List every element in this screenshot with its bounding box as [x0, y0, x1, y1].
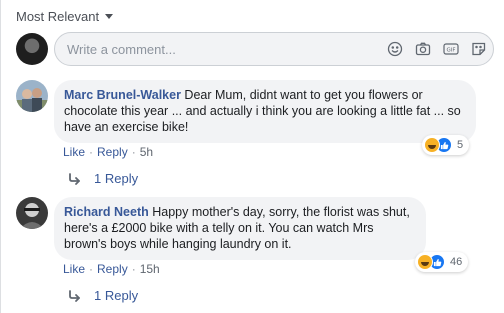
view-replies-link[interactable]: 1 Reply — [68, 171, 138, 186]
camera-icon[interactable] — [415, 41, 431, 57]
reaction-summary[interactable]: 46 — [415, 252, 469, 272]
left-divider — [0, 0, 1, 313]
sort-dropdown[interactable]: Most Relevant — [16, 7, 114, 25]
comment-author[interactable]: Marc Brunel-Walker — [64, 88, 181, 102]
current-user-avatar[interactable] — [16, 33, 48, 65]
reaction-count: 5 — [457, 139, 464, 151]
comment-bubble: Richard Neeth Happy mother's day, sorry,… — [54, 197, 426, 260]
haha-reaction-icon — [424, 137, 440, 153]
reply-link[interactable]: Reply — [97, 145, 128, 159]
reaction-summary[interactable]: 5 — [422, 135, 470, 155]
sort-label: Most Relevant — [16, 8, 100, 24]
commenter-avatar[interactable] — [16, 80, 48, 112]
replies-count-label: 1 Reply — [94, 288, 139, 303]
separator-dot: · — [131, 262, 136, 276]
comment-actions: Like · Reply · 5h — [63, 145, 153, 159]
haha-reaction-icon — [417, 254, 433, 270]
svg-text:GIF: GIF — [446, 47, 455, 53]
comment-timestamp[interactable]: 5h — [140, 145, 153, 159]
caret-down-icon — [105, 13, 114, 19]
view-replies-link[interactable]: 1 Reply — [68, 288, 138, 303]
comment-timestamp[interactable]: 15h — [140, 262, 160, 276]
reply-link[interactable]: Reply — [97, 262, 128, 276]
separator-dot: · — [89, 262, 94, 276]
like-link[interactable]: Like — [63, 145, 85, 159]
comment-composer: GIF — [16, 32, 494, 66]
comment-input[interactable] — [67, 39, 375, 59]
like-link[interactable]: Like — [63, 262, 85, 276]
emoji-icon[interactable] — [387, 41, 403, 57]
comment-bubble: Marc Brunel-Walker Dear Mum, didnt want … — [54, 80, 476, 143]
sticker-icon[interactable] — [471, 41, 487, 57]
reply-arrow-icon — [69, 172, 80, 185]
comment-input-box[interactable]: GIF — [54, 32, 494, 66]
replies-count-label: 1 Reply — [94, 171, 139, 186]
gif-icon[interactable]: GIF — [443, 41, 459, 57]
separator-dot: · — [131, 145, 136, 159]
comment-actions: Like · Reply · 15h — [63, 262, 160, 276]
commenter-avatar[interactable] — [16, 197, 48, 229]
reaction-count: 46 — [450, 256, 463, 268]
reply-arrow-icon — [69, 289, 80, 302]
separator-dot: · — [89, 145, 94, 159]
comment-author[interactable]: Richard Neeth — [64, 205, 149, 219]
